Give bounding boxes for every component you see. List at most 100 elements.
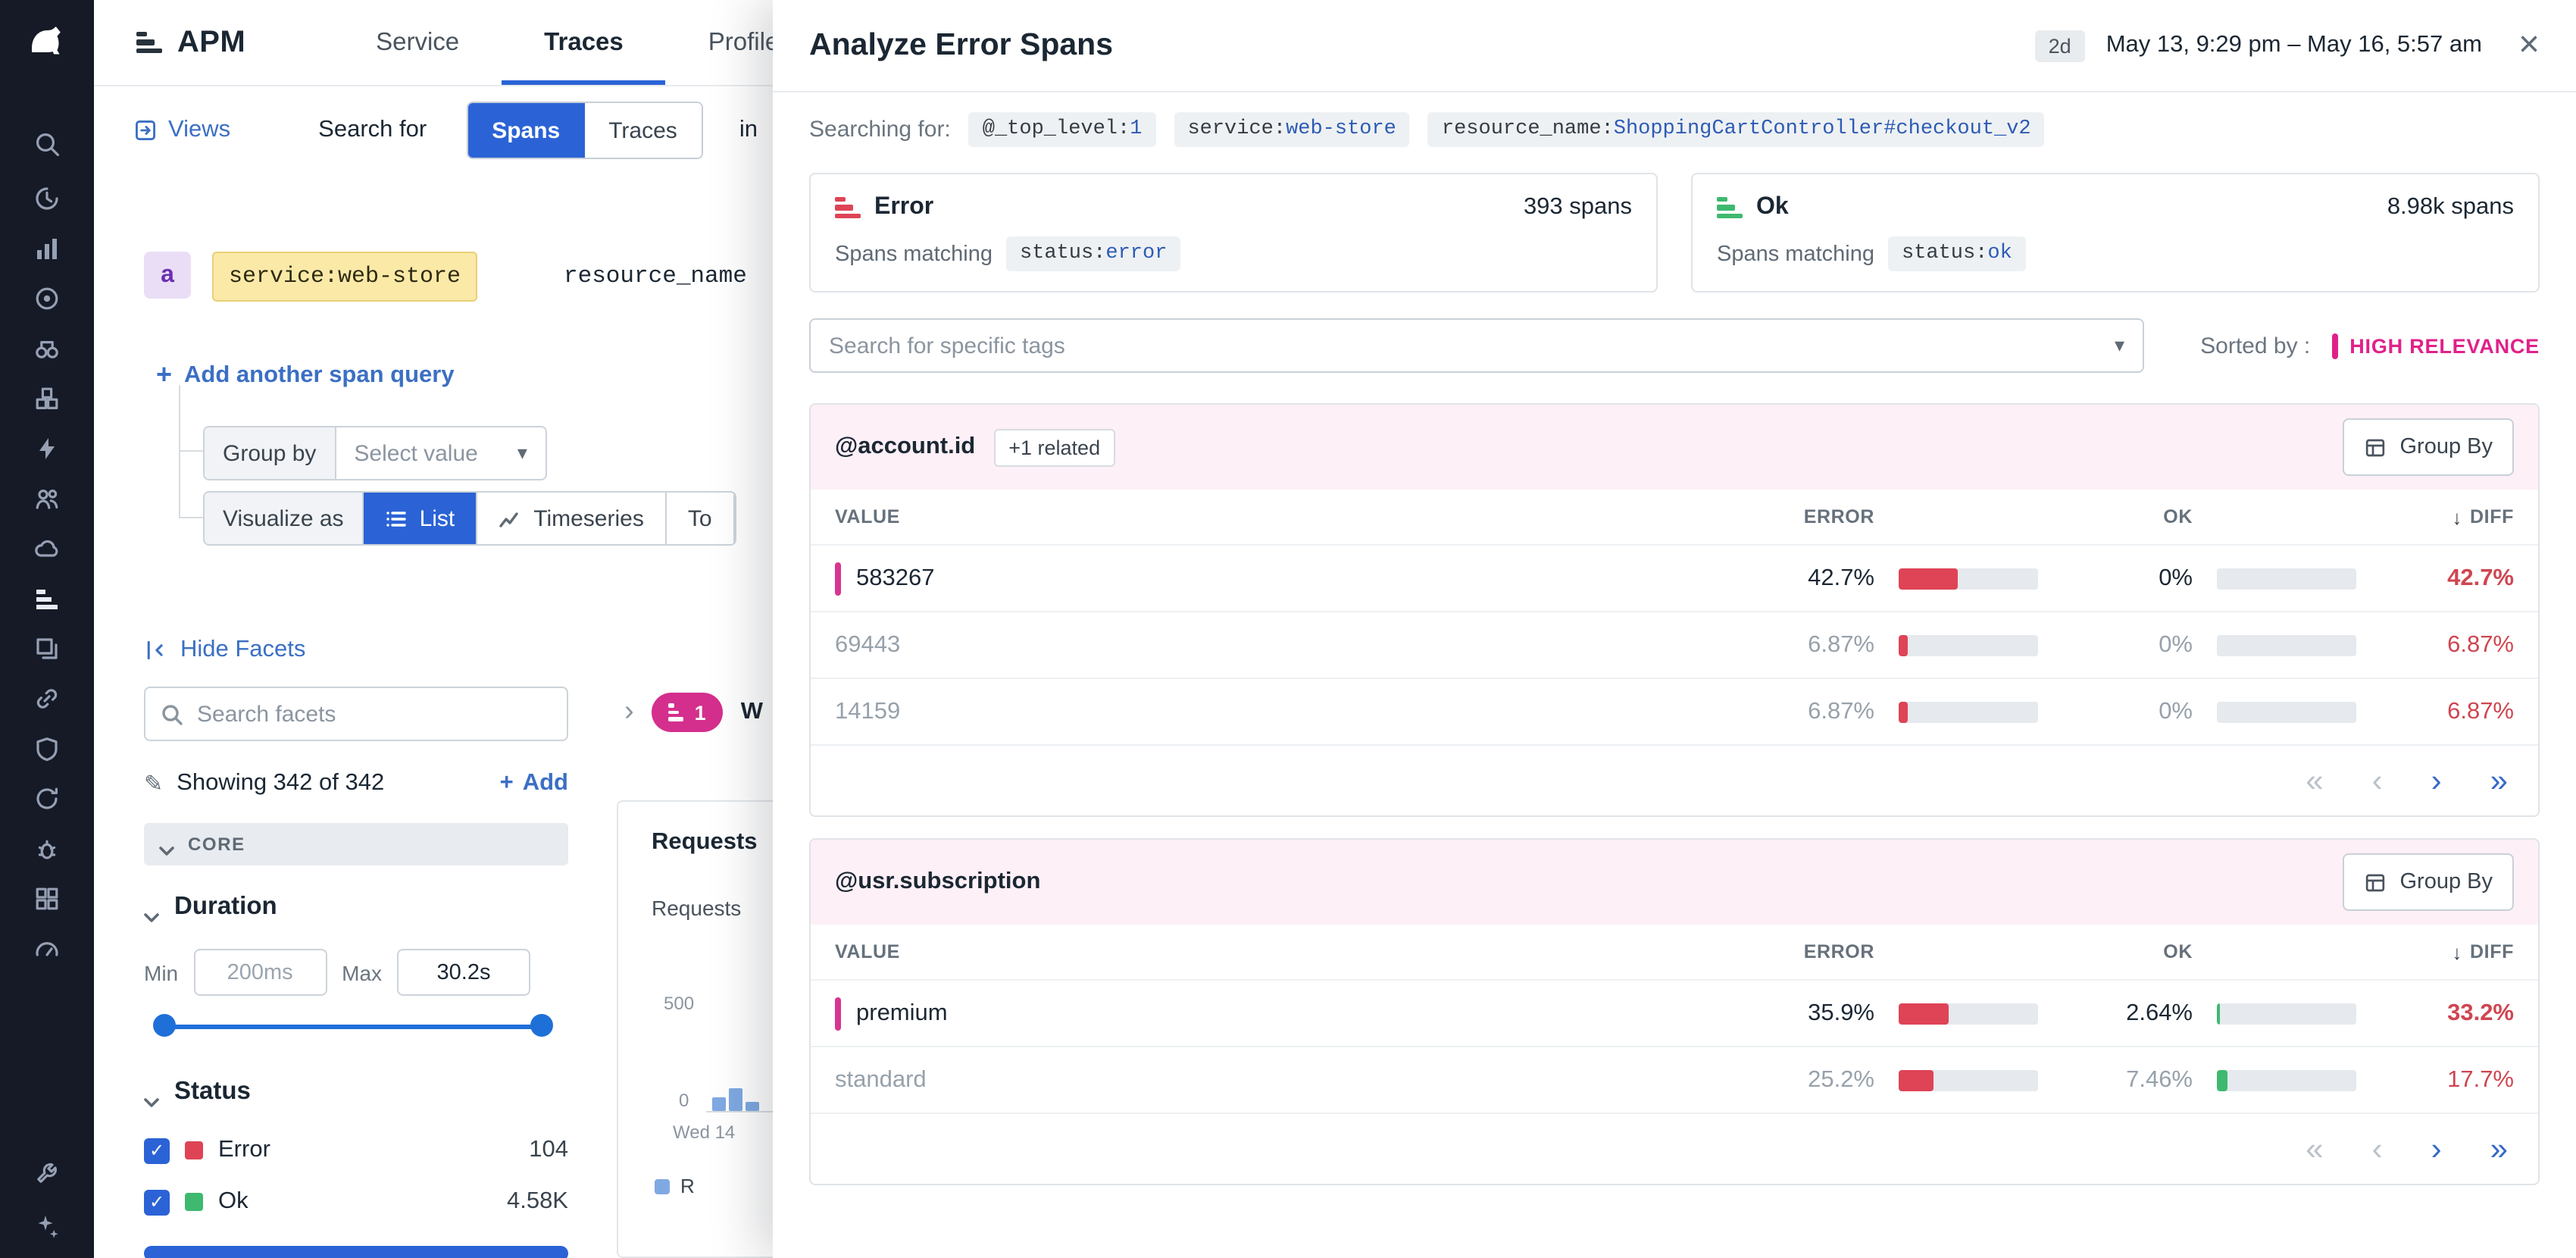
ok-bar — [2217, 1069, 2356, 1091]
chevron-down-icon — [159, 839, 174, 850]
add-span-query-link[interactable]: + Add another span query — [156, 359, 455, 391]
page-last-button[interactable]: » — [2490, 765, 2508, 796]
tag-search-input[interactable]: Search for specific tags ▾ — [809, 318, 2144, 373]
checkbox-checked[interactable]: ✓ — [144, 1189, 170, 1215]
page-next-button[interactable]: › — [2431, 1133, 2442, 1165]
list-icon — [385, 507, 408, 530]
security-icon[interactable] — [33, 735, 61, 762]
chart-bar — [712, 1097, 726, 1111]
history-icon[interactable] — [33, 185, 61, 212]
table-icon — [2364, 871, 2387, 893]
events-icon[interactable] — [33, 435, 61, 462]
ok-swatch — [185, 1193, 203, 1211]
alert-badge[interactable]: 1 — [652, 693, 723, 732]
slider-handle-min[interactable] — [153, 1014, 176, 1037]
tag-search-row: Search for specific tags ▾ Sorted by : H… — [773, 293, 2576, 382]
nav-item-traces[interactable]: Traces — [502, 0, 666, 85]
status-count: 4.58K — [507, 1188, 568, 1216]
synthetics-icon[interactable] — [33, 785, 61, 812]
rum-icon[interactable] — [33, 635, 61, 662]
apm-icon[interactable] — [33, 585, 61, 612]
time-range-text: May 13, 9:29 pm – May 16, 5:57 am — [2106, 32, 2482, 59]
caret-down-icon: ▾ — [517, 441, 527, 465]
viz-list-button[interactable]: List — [364, 493, 478, 544]
max-input[interactable]: 30.2s — [397, 949, 530, 996]
apm-bits-icon — [136, 32, 162, 53]
group-by-control: Group by Select value ▾ — [203, 426, 547, 480]
query-service-tag[interactable]: service:web-store — [212, 252, 477, 302]
close-icon[interactable]: × — [2518, 27, 2540, 64]
slider-track[interactable] — [164, 1025, 542, 1029]
table-row[interactable]: 14159 6.87% 0% 6.87% — [811, 678, 2538, 744]
chart-bar — [729, 1088, 742, 1111]
watchdog-icon[interactable] — [33, 335, 61, 362]
viz-top-button[interactable]: To — [667, 493, 735, 544]
visualize-as-label: Visualize as — [205, 493, 364, 544]
integrations-icon[interactable] — [33, 385, 61, 412]
api-icon[interactable] — [33, 685, 61, 712]
search-icon[interactable] — [33, 130, 61, 158]
checkbox-checked[interactable]: ✓ — [144, 1138, 170, 1163]
ok-bar — [2217, 634, 2356, 656]
ok-summary-card[interactable]: Ok 8.98k spans Spans matching status:ok — [1691, 173, 2540, 293]
status-label: Error — [218, 1137, 270, 1164]
status-label: Ok — [218, 1188, 249, 1216]
facet-table-account-id: @account.id +1 related Group By VALUE ER… — [809, 403, 2540, 817]
table-row[interactable]: standard 25.2% 7.46% 17.7% — [811, 1046, 2538, 1112]
page-prev-button[interactable]: ‹ — [2372, 1133, 2383, 1165]
page-prev-button[interactable]: ‹ — [2372, 765, 2383, 796]
infrastructure-icon[interactable] — [33, 285, 61, 312]
nav-item-service[interactable]: Service — [333, 0, 502, 85]
related-chip[interactable]: +1 related — [993, 428, 1115, 466]
min-input[interactable]: 200ms — [193, 949, 327, 996]
time-range-chip[interactable]: 2d — [2035, 30, 2085, 61]
cloud-icon[interactable] — [33, 535, 61, 562]
hide-facets-button[interactable]: Hide Facets — [144, 637, 305, 664]
toolbox-icon[interactable] — [33, 1159, 61, 1187]
group-by-button[interactable]: Group By — [2343, 418, 2515, 476]
min-label: Min — [144, 960, 178, 984]
status-facet-header[interactable]: Status — [144, 1078, 251, 1106]
datadog-logo-icon[interactable] — [24, 18, 70, 64]
error-swatch — [185, 1141, 203, 1159]
sorted-by-value[interactable]: HIGH RELEVANCE — [2349, 334, 2540, 357]
group-by-button[interactable]: Group By — [2343, 853, 2515, 911]
ci-bug-icon[interactable] — [33, 835, 61, 862]
dashboards-icon[interactable] — [33, 885, 61, 912]
matching-label: Spans matching — [1717, 242, 1874, 266]
query-resource-text[interactable]: resource_name — [564, 262, 747, 289]
viz-timeseries-button[interactable]: Timeseries — [477, 493, 667, 544]
duration-facet-header[interactable]: Duration — [144, 893, 277, 922]
table-row[interactable]: 69443 6.87% 0% 6.87% — [811, 611, 2538, 678]
gauge-icon[interactable] — [33, 935, 61, 962]
slider-handle-max[interactable] — [530, 1014, 553, 1037]
status-chip: status:error — [1006, 236, 1180, 271]
searching-for-label: Searching for: — [809, 117, 951, 142]
add-facet-button[interactable]: + Add — [500, 770, 568, 797]
page-first-button[interactable]: « — [2306, 765, 2323, 796]
service-mgmt-icon[interactable] — [33, 485, 61, 512]
alert-bits-icon — [669, 704, 684, 721]
group-title-fragment: W — [741, 699, 763, 726]
card-label: Ok — [1756, 194, 1789, 221]
metrics-icon[interactable] — [33, 235, 61, 262]
facet-search-input[interactable]: Search facets — [144, 687, 568, 741]
apm-brand[interactable]: APM — [136, 25, 245, 60]
pencil-icon[interactable]: ✎ — [144, 770, 163, 797]
status-ok-row[interactable]: ✓ Ok 4.58K — [144, 1188, 568, 1216]
group-by-select[interactable]: Select value ▾ — [336, 427, 546, 479]
error-pct: 6.87% — [1741, 698, 1874, 725]
page-first-button[interactable]: « — [2306, 1133, 2323, 1165]
table-icon — [2364, 436, 2387, 458]
timeseries-icon — [499, 507, 521, 530]
page-next-button[interactable]: › — [2431, 765, 2442, 796]
table-row[interactable]: premium 35.9% 2.64% 33.2% — [811, 979, 2538, 1046]
max-label: Max — [342, 960, 382, 984]
error-summary-card[interactable]: Error 393 spans Spans matching status:er… — [809, 173, 1658, 293]
core-section-header[interactable]: CORE — [144, 823, 568, 865]
status-error-row[interactable]: ✓ Error 104 — [144, 1137, 568, 1164]
expand-chevron-icon[interactable]: › — [624, 696, 634, 729]
copilot-sparkles-icon[interactable] — [33, 1213, 61, 1240]
table-row[interactable]: 583267 42.7% 0% 42.7% — [811, 544, 2538, 611]
page-last-button[interactable]: » — [2490, 1133, 2508, 1165]
